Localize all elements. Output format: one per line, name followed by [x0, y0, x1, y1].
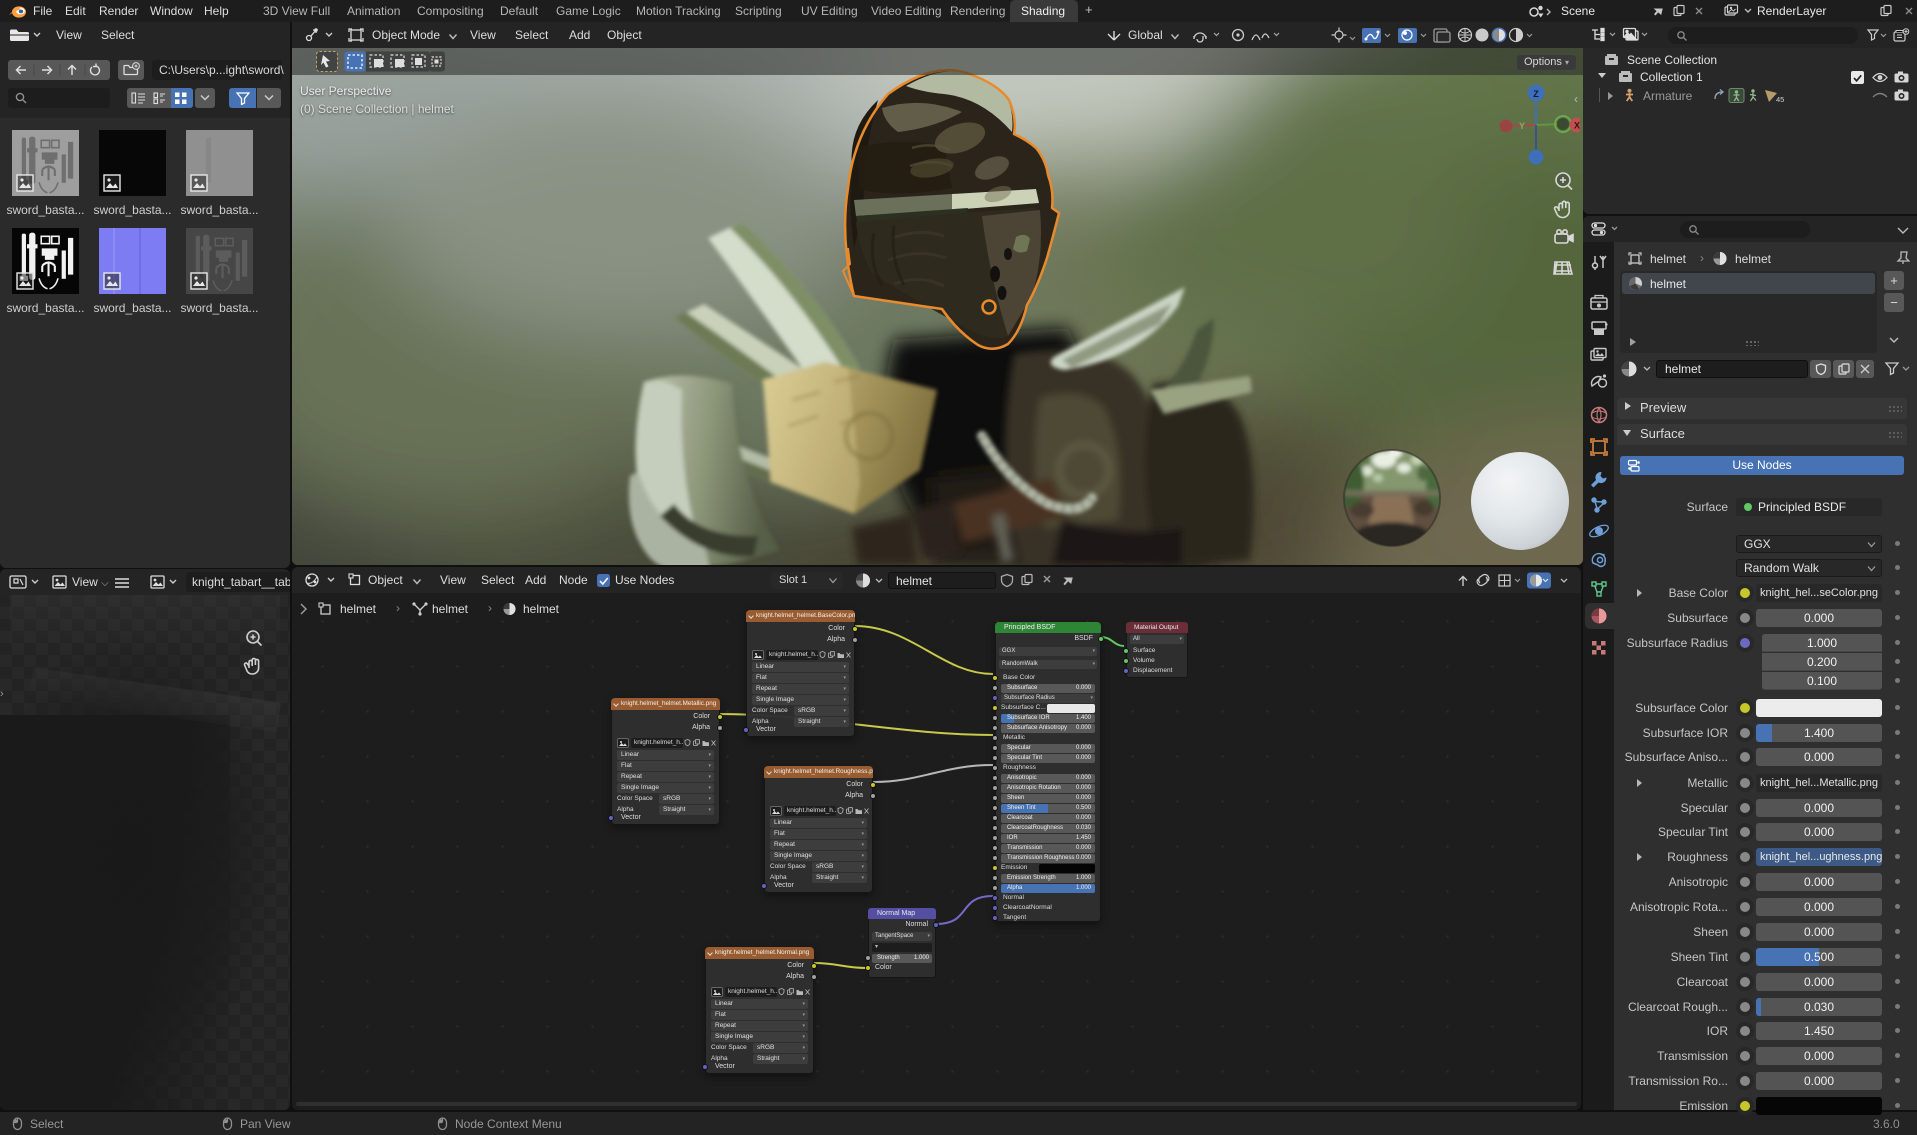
- svg-text:45: 45: [1776, 95, 1784, 104]
- svg-text:Z: Z: [1533, 89, 1539, 99]
- svg-text:X: X: [1574, 121, 1580, 131]
- svg-text:Y: Y: [1519, 121, 1525, 131]
